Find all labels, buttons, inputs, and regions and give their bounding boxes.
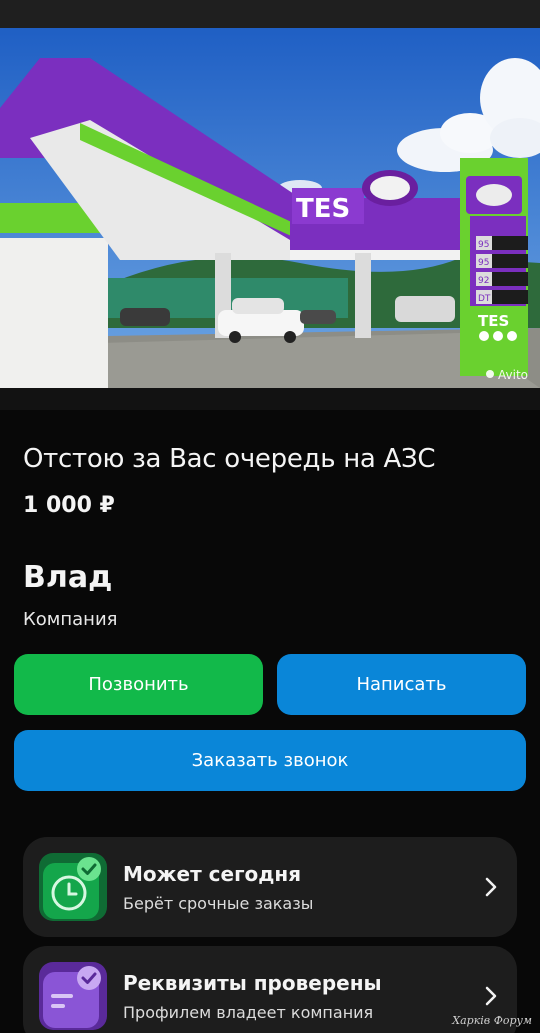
seller-name[interactable]: Влад bbox=[23, 560, 112, 595]
document-check-icon bbox=[39, 962, 107, 1030]
badge-card-today[interactable]: Может сегодня Берёт срочные заказы bbox=[23, 837, 517, 937]
badge-title: Может сегодня bbox=[123, 862, 302, 886]
write-message-button[interactable]: Написать bbox=[277, 654, 526, 715]
listing-price: 1 000 ₽ bbox=[23, 493, 115, 518]
badge-card-verified[interactable]: Реквизиты проверены Профилем владеет ком… bbox=[23, 946, 517, 1033]
svg-text:92: 92 bbox=[478, 276, 489, 286]
badge-subtitle: Профилем владеет компания bbox=[123, 1003, 374, 1022]
svg-text:95: 95 bbox=[478, 258, 489, 268]
forum-watermark: Харків Форум bbox=[452, 1014, 532, 1027]
svg-text:TES: TES bbox=[478, 312, 509, 330]
listing-title: Отстою за Вас очередь на АЗС bbox=[23, 444, 436, 474]
photo-divider bbox=[0, 388, 540, 410]
call-button[interactable]: Позвонить bbox=[14, 654, 263, 715]
seller-type: Компания bbox=[23, 609, 118, 630]
badge-subtitle: Берёт срочные заказы bbox=[123, 894, 314, 913]
chevron-right-icon bbox=[485, 877, 497, 897]
chevron-right-icon bbox=[485, 986, 497, 1006]
svg-text:TES: TES bbox=[296, 194, 350, 224]
listing-photo[interactable]: TES 95 95 92 DT TES Avito bbox=[0, 28, 540, 388]
svg-text:DT: DT bbox=[478, 294, 491, 304]
clock-check-icon bbox=[39, 853, 107, 921]
status-bar bbox=[0, 0, 540, 28]
svg-text:95: 95 bbox=[478, 240, 489, 250]
badge-title: Реквизиты проверены bbox=[123, 971, 382, 995]
order-call-button[interactable]: Заказать звонок bbox=[14, 730, 526, 791]
svg-text:Avito: Avito bbox=[498, 368, 528, 382]
